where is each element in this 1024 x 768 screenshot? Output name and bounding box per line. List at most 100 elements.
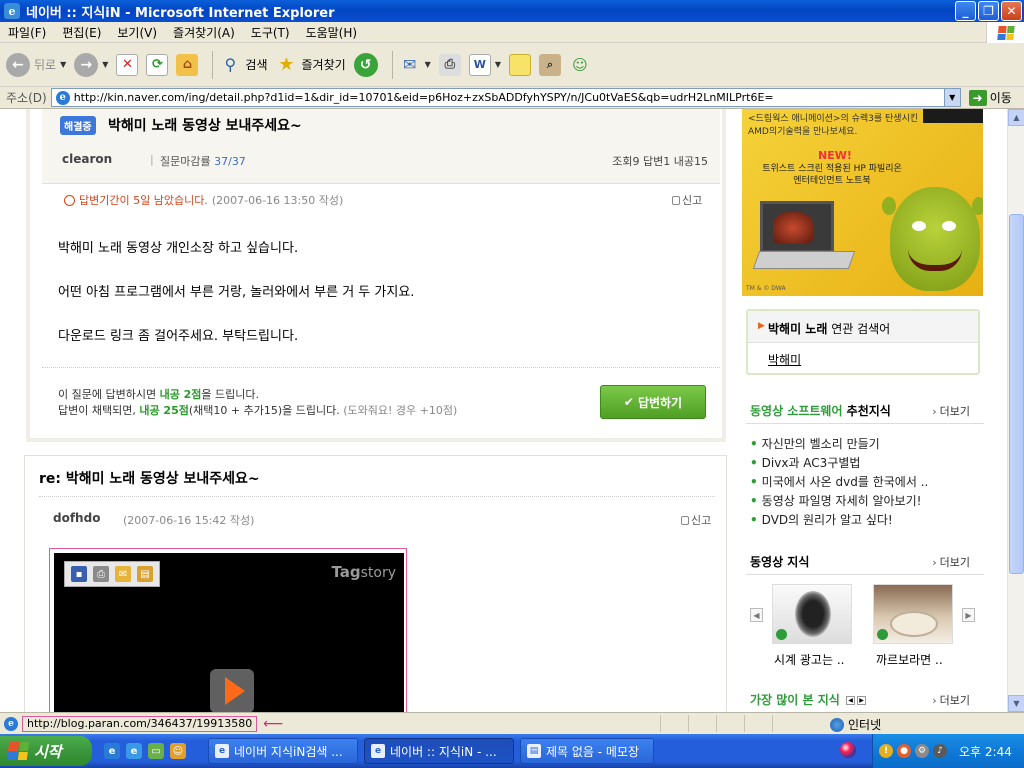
- thumbnail-caption[interactable]: 까르보라면 ..: [876, 651, 943, 668]
- vertical-scrollbar[interactable]: ▲ ▼: [1007, 109, 1024, 712]
- list-item[interactable]: 동영상 파일명 자세히 알아보기!: [750, 492, 922, 509]
- answer-button[interactable]: ✔ 답변하기: [600, 385, 706, 419]
- messenger-icon[interactable]: ☺: [170, 743, 186, 759]
- history-button[interactable]: ↺: [353, 52, 378, 77]
- forward-button[interactable]: → ▼: [74, 52, 108, 77]
- scrap-icon[interactable]: ▤: [137, 566, 153, 582]
- chevron-right-icon[interactable]: ▶: [962, 608, 975, 622]
- scroll-thumb[interactable]: [1009, 214, 1024, 574]
- chevron-down-icon[interactable]: ▼: [943, 89, 960, 106]
- menu-tools[interactable]: 도구(T): [243, 24, 298, 41]
- answer-date: (2007-06-16 15:42 작성): [123, 514, 255, 527]
- printer-icon[interactable]: ⎙: [93, 566, 109, 582]
- more-link[interactable]: 더보기: [932, 403, 970, 419]
- check-icon: ✔: [623, 395, 634, 409]
- question-stats: 조회9 답변1 내공15: [612, 155, 708, 168]
- play-button[interactable]: [210, 669, 254, 712]
- chevron-down-icon[interactable]: ▼: [60, 60, 66, 69]
- chevron-down-icon[interactable]: ▼: [102, 60, 108, 69]
- print-button[interactable]: ⎙: [438, 53, 461, 76]
- mail-icon[interactable]: ✉: [115, 566, 131, 582]
- refresh-button[interactable]: ⟳: [146, 53, 169, 76]
- asker-name[interactable]: clearon: [62, 152, 112, 166]
- media-icon[interactable]: [840, 742, 856, 758]
- more-link[interactable]: 더보기: [932, 554, 970, 570]
- minimize-button[interactable]: _: [955, 1, 976, 21]
- taskbar-item[interactable]: e 네이버 지식iN검색 ...: [208, 738, 358, 764]
- search-button[interactable]: ⚲ 검색: [219, 54, 268, 76]
- list-item[interactable]: DVD의 원리가 알고 싶다!: [750, 511, 893, 528]
- home-button[interactable]: ⌂: [176, 53, 199, 76]
- edit-button[interactable]: W ▼: [468, 53, 501, 76]
- close-button[interactable]: ✕: [1001, 1, 1022, 21]
- menu-edit[interactable]: 편집(E): [54, 24, 109, 41]
- chevron-left-icon[interactable]: ◀: [750, 608, 763, 622]
- start-button[interactable]: 시작: [0, 736, 92, 766]
- more-link[interactable]: 더보기: [932, 692, 970, 708]
- messenger-button[interactable]: ☺: [569, 54, 591, 76]
- list-item[interactable]: Divx과 AC3구별법: [750, 454, 861, 471]
- answer-user[interactable]: dofhdo: [53, 511, 100, 525]
- address-url[interactable]: http://kin.naver.com/ing/detail.php?d1id…: [74, 91, 934, 104]
- back-arrow-icon: ←: [6, 52, 30, 77]
- ie-icon: e: [371, 744, 385, 758]
- taskbar-item[interactable]: ▤ 제목 없음 - 메모장: [520, 738, 654, 764]
- note-icon: [508, 53, 531, 76]
- go-button[interactable]: ➜ 이동: [968, 89, 1012, 106]
- advertisement-banner[interactable]: <드림웍스 애니메이션>의 슈렉3를 탄생시킨 AMD의기술력을 만나보세요. …: [742, 109, 983, 296]
- menu-file[interactable]: 파일(F): [0, 24, 54, 41]
- laptop-image: [752, 201, 856, 275]
- tray-app-icon[interactable]: ●: [897, 744, 911, 758]
- toolbar-divider: [212, 50, 214, 79]
- video-screen[interactable]: ▪ ⎙ ✉ ▤ Tagstory: [54, 553, 404, 712]
- list-item[interactable]: 자신만의 벨소리 만들기: [750, 435, 880, 452]
- report-link[interactable]: 신고: [681, 512, 711, 528]
- chevron-left-icon[interactable]: ◀: [846, 696, 856, 705]
- maximize-button[interactable]: ❐: [978, 1, 999, 21]
- ie-icon[interactable]: e: [126, 743, 142, 759]
- menu-view[interactable]: 보기(V): [109, 24, 165, 41]
- thumbnail-caption[interactable]: 시계 광고는 ..: [774, 651, 844, 668]
- video-thumbnail[interactable]: [772, 584, 852, 644]
- scroll-up-button[interactable]: ▲: [1008, 109, 1024, 126]
- discuss-button[interactable]: [508, 53, 531, 76]
- research-button[interactable]: ⌕: [538, 53, 561, 76]
- title-bar[interactable]: e 네이버 :: 지식iN - Microsoft Internet Explo…: [0, 0, 1024, 22]
- menu-favorites[interactable]: 즐겨찾기(A): [165, 24, 243, 41]
- desktop-icon[interactable]: ▭: [148, 743, 164, 759]
- refresh-icon: ⟳: [146, 53, 169, 76]
- address-input[interactable]: e http://kin.naver.com/ing/detail.php?d1…: [50, 88, 961, 107]
- forward-arrow-icon: →: [74, 52, 99, 77]
- ie-icon[interactable]: e: [104, 743, 120, 759]
- most-viewed-title: 가장 많이 본 지식 ◀ ▶: [750, 691, 867, 708]
- chevron-right-icon[interactable]: ▶: [857, 696, 867, 705]
- save-icon[interactable]: ▪: [71, 566, 87, 582]
- network-icon[interactable]: ⚙: [915, 744, 929, 758]
- chevron-down-icon[interactable]: ▼: [425, 60, 431, 69]
- favorites-button[interactable]: ★ 즐겨찾기: [276, 54, 345, 76]
- page-content[interactable]: 해결중 박해미 노래 동영상 보내주세요~ clearon | 질문마감률 37…: [0, 109, 1007, 712]
- globe-icon: [830, 717, 844, 732]
- security-zone: 인터넷: [830, 716, 881, 733]
- notepad-icon: ▤: [527, 744, 541, 758]
- chevron-down-icon[interactable]: ▼: [495, 60, 501, 69]
- divider: [746, 574, 984, 575]
- page-icon: e: [55, 90, 70, 105]
- list-item[interactable]: 미국에서 사온 dvd를 한국에서 ..: [750, 473, 929, 490]
- play-icon: [776, 629, 787, 640]
- taskbar-item[interactable]: e 네이버 :: 지식iN - ...: [364, 738, 514, 764]
- shield-icon[interactable]: !: [879, 744, 893, 758]
- report-link[interactable]: 신고: [672, 192, 702, 208]
- ad-footer: TM & © DWA: [746, 285, 786, 292]
- video-player[interactable]: ▪ ⎙ ✉ ▤ Tagstory: [49, 548, 407, 712]
- stop-button[interactable]: ✕: [116, 53, 139, 76]
- video-thumbnail[interactable]: [873, 584, 953, 644]
- back-button[interactable]: ← 뒤로 ▼: [6, 52, 66, 77]
- page-icon: e: [4, 716, 18, 731]
- scroll-down-button[interactable]: ▼: [1008, 695, 1024, 712]
- menu-help[interactable]: 도움말(H): [298, 24, 366, 41]
- mail-button[interactable]: ✉ ▼: [399, 54, 431, 76]
- question-text: 어떤 아침 프로그램에서 부른 거랑, 놀러와에서 부른 거 두 가지요.: [58, 285, 415, 300]
- related-keyword-link[interactable]: 박해미: [768, 351, 801, 368]
- volume-icon[interactable]: ♪: [933, 744, 947, 758]
